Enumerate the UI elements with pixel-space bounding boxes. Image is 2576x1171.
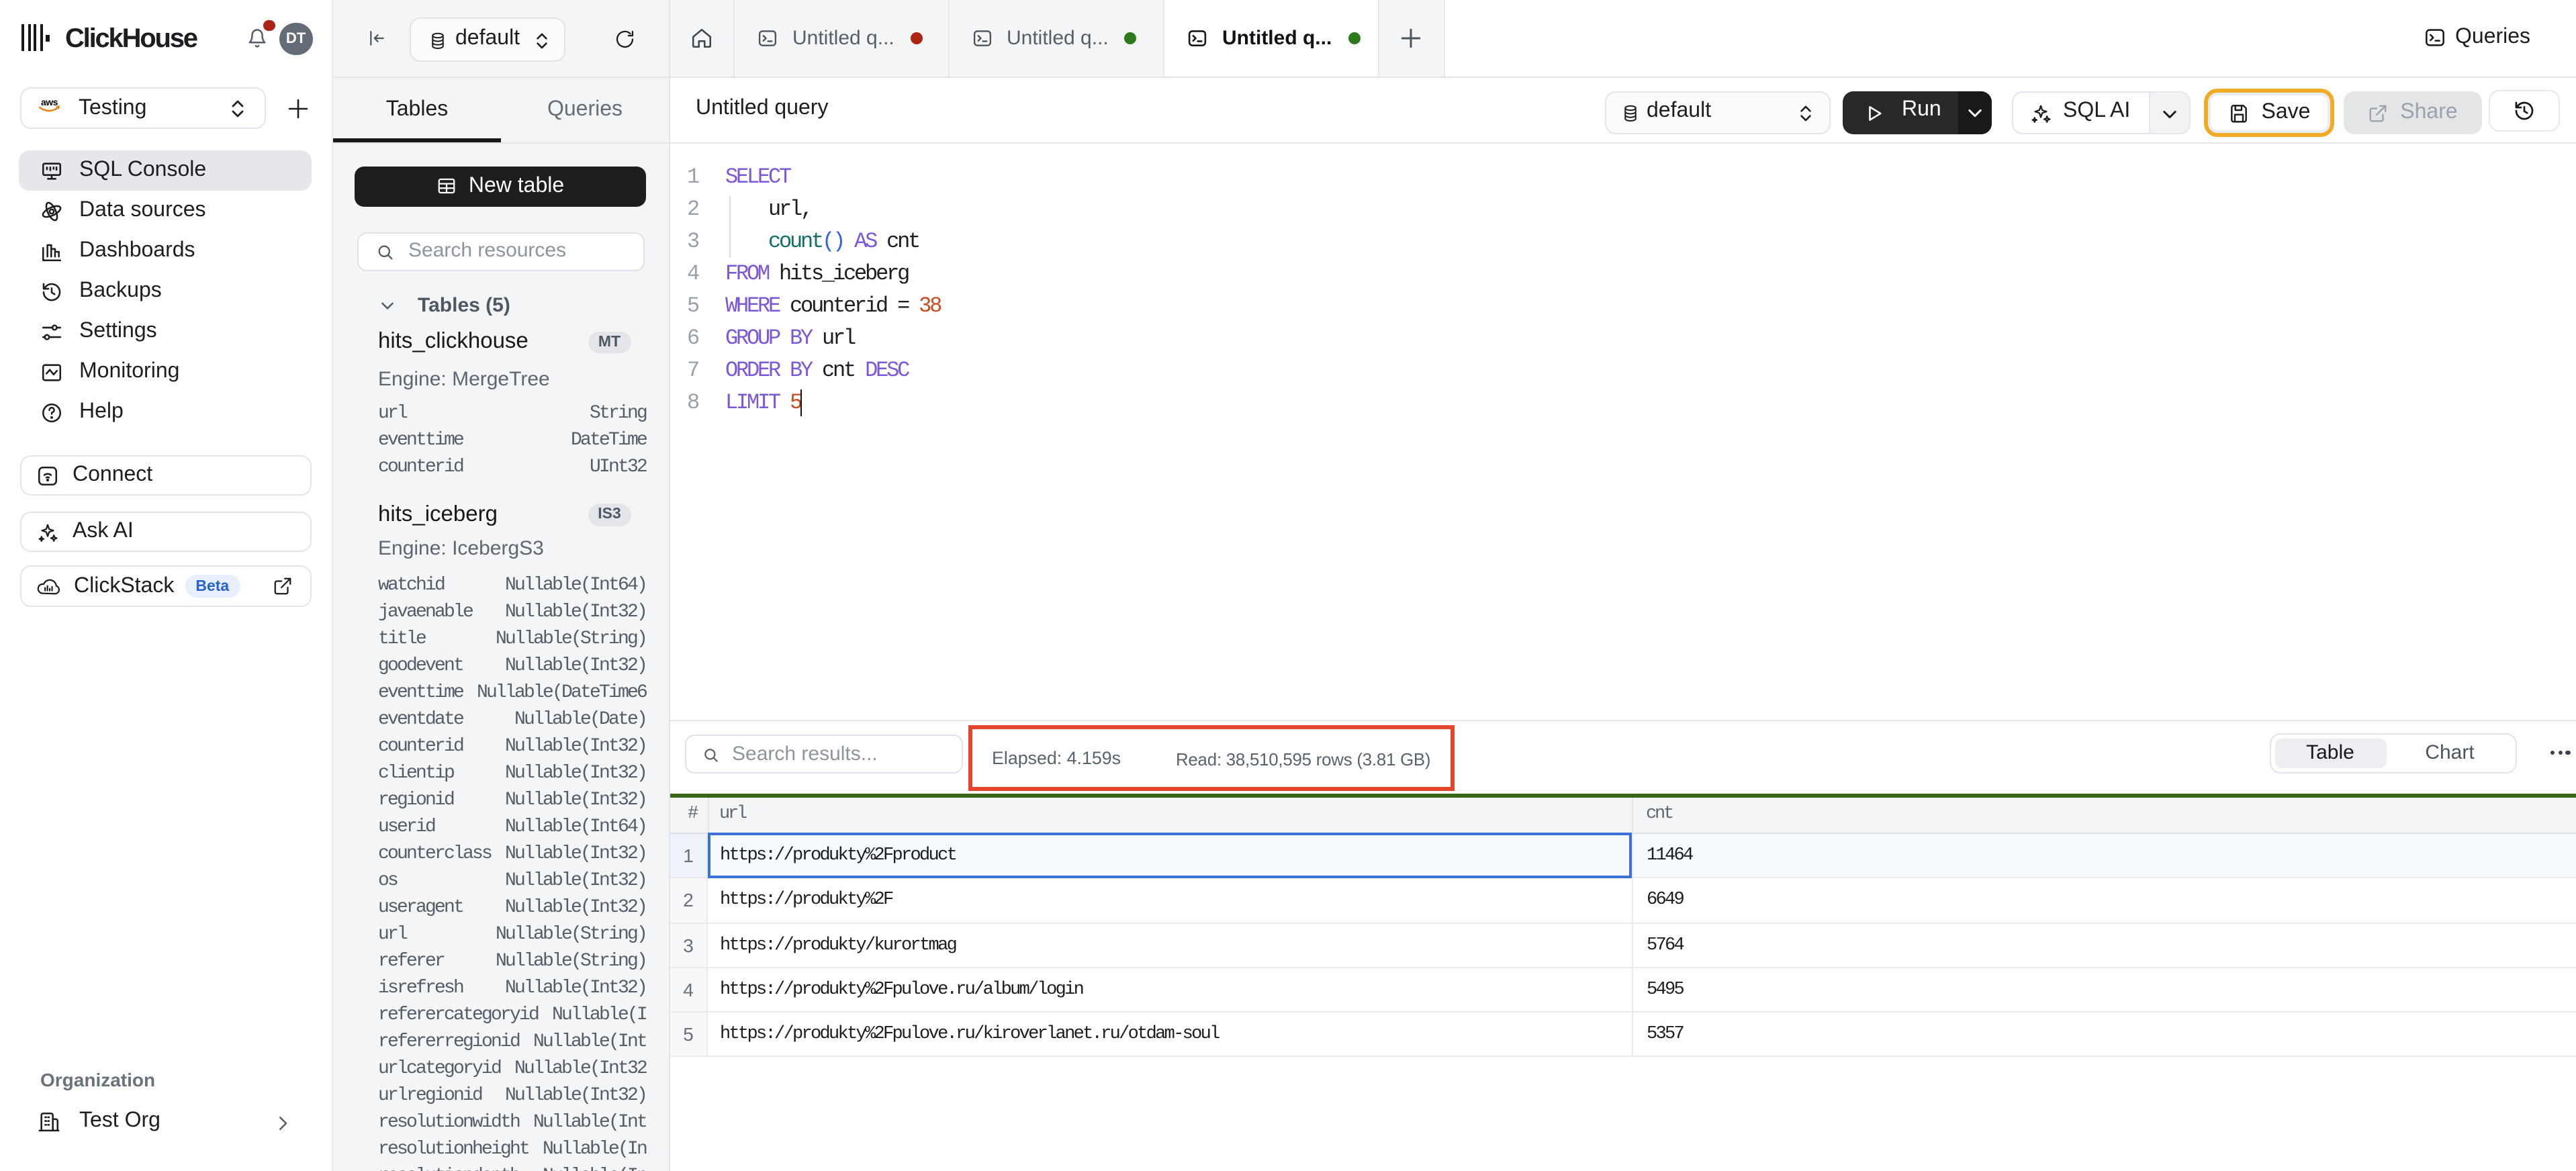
- svg-text:aws: aws: [40, 96, 58, 107]
